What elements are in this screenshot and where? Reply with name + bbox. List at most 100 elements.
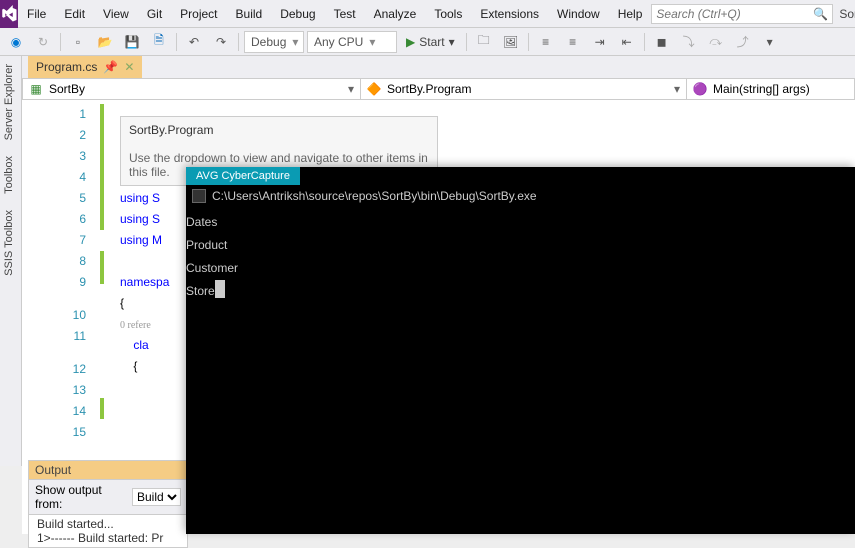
console-line: Dates — [186, 211, 855, 234]
step-out-button[interactable]: ⤴ — [731, 31, 755, 53]
find-in-files-button[interactable]: 🗀 — [472, 31, 496, 53]
line-number: 14 — [22, 401, 86, 422]
undo-button[interactable]: ↶ — [182, 31, 206, 53]
nav-member-dropdown[interactable]: 🟣 Main(string[] args) — [687, 79, 854, 99]
properties-button[interactable]: 🖼 — [499, 31, 523, 53]
output-panel: Output Show output from: Build Build sta… — [28, 460, 188, 548]
nav-class-label: SortBy.Program — [387, 82, 471, 96]
document-tabs: Program.cs 📌 ✕ — [0, 56, 855, 78]
menu-window[interactable]: Window — [548, 0, 609, 28]
config-label: Debug — [251, 35, 286, 49]
class-icon: 🔶 — [367, 82, 381, 96]
chevron-down-icon: ▾ — [292, 35, 298, 49]
file-tab-program[interactable]: Program.cs 📌 ✕ — [28, 56, 142, 78]
csharp-project-icon: ▦ — [29, 82, 43, 96]
menu-test[interactable]: Test — [325, 0, 365, 28]
chevron-down-icon: ▾ — [674, 82, 680, 96]
forward-button[interactable]: ↻ — [31, 31, 55, 53]
save-all-button[interactable]: 🗎 — [147, 31, 171, 53]
output-title[interactable]: Output — [28, 460, 188, 480]
console-line: Product — [186, 234, 855, 257]
platform-dropdown[interactable]: Any CPU ▾ — [307, 31, 397, 53]
console-titlebar[interactable]: C:\Users\Antriksh\source\repos\SortBy\bi… — [186, 185, 855, 207]
menu-project[interactable]: Project — [171, 0, 226, 28]
rail-ssis-toolbox[interactable]: SSIS Toolbox — [0, 202, 18, 284]
step-over-button[interactable]: ⤼ — [704, 31, 728, 53]
rail-toolbox[interactable]: Toolbox — [0, 148, 18, 202]
back-button[interactable]: ◉ — [4, 31, 28, 53]
search-icon: 🔍 — [813, 7, 828, 21]
code-nav-bar: ▦ SortBy ▾ 🔶 SortBy.Program ▾ 🟣 Main(str… — [22, 78, 855, 100]
console-line: Store — [186, 280, 855, 303]
nav-project-label: SortBy — [49, 82, 85, 96]
output-source-label: Show output from: — [35, 483, 126, 511]
indent-button[interactable]: ⇥ — [588, 31, 612, 53]
menu-git[interactable]: Git — [138, 0, 171, 28]
console-window[interactable]: AVG CyberCapture C:\Users\Antriksh\sourc… — [186, 167, 855, 534]
line-number: 12 — [22, 347, 86, 380]
pin-icon[interactable]: 📌 — [103, 60, 118, 74]
uncomment-button[interactable]: ≡ — [561, 31, 585, 53]
output-text[interactable]: Build started... 1>------ Build started:… — [28, 515, 188, 548]
avg-overlay-bar: AVG CyberCapture — [186, 167, 855, 185]
tooltip-title: SortBy.Program — [129, 123, 429, 137]
start-label: Start — [419, 35, 444, 49]
code-line: { — [120, 359, 137, 373]
line-number: 4 — [22, 167, 86, 188]
redo-button[interactable]: ↷ — [209, 31, 233, 53]
left-tool-rail: Server Explorer Toolbox SSIS Toolbox — [0, 56, 22, 466]
toolbar-overflow[interactable]: ▾ — [758, 31, 782, 53]
console-output[interactable]: DatesProductCustomerStore — [186, 207, 855, 534]
avg-label: AVG CyberCapture — [186, 167, 300, 185]
play-icon: ▶ — [406, 35, 415, 49]
chevron-down-icon: ▾ — [449, 35, 455, 49]
code-line: namespa — [120, 275, 169, 289]
comment-button[interactable]: ≡ — [534, 31, 558, 53]
menu-file[interactable]: File — [18, 0, 55, 28]
menu-bar: File Edit View Git Project Build Debug T… — [0, 0, 855, 28]
menu-view[interactable]: View — [94, 0, 138, 28]
menu-edit[interactable]: Edit — [55, 0, 94, 28]
rail-server-explorer[interactable]: Server Explorer — [0, 56, 18, 148]
line-number: 11 — [22, 326, 86, 347]
console-line: Customer — [186, 257, 855, 280]
line-number: 6 — [22, 209, 86, 230]
chevron-down-icon: ▾ — [348, 82, 354, 96]
line-number: 1 — [22, 104, 86, 125]
new-project-button[interactable]: ▫ — [66, 31, 90, 53]
nav-class-dropdown[interactable]: 🔶 SortBy.Program ▾ — [361, 79, 687, 99]
line-number: 8 — [22, 251, 86, 272]
line-number: 7 — [22, 230, 86, 251]
console-title: C:\Users\Antriksh\source\repos\SortBy\bi… — [212, 189, 537, 203]
menu-debug[interactable]: Debug — [271, 0, 324, 28]
line-number: 5 — [22, 188, 86, 209]
open-button[interactable]: 📂 — [93, 31, 117, 53]
line-number: 15 — [22, 422, 86, 443]
menu-help[interactable]: Help — [609, 0, 652, 28]
quick-search[interactable]: 🔍 — [651, 4, 833, 24]
save-button[interactable]: 💾 — [120, 31, 144, 53]
line-number: 13 — [22, 380, 86, 401]
console-icon — [192, 189, 206, 203]
code-line: using S — [120, 212, 160, 226]
menu-build[interactable]: Build — [227, 0, 272, 28]
output-source-dropdown[interactable]: Build — [132, 488, 181, 506]
line-number: 2 — [22, 125, 86, 146]
output-line: Build started... — [37, 517, 179, 531]
menu-tools[interactable]: Tools — [425, 0, 471, 28]
close-icon[interactable]: ✕ — [124, 60, 134, 74]
step-into-button[interactable]: ⤵ — [677, 31, 701, 53]
code-line: { — [120, 296, 124, 310]
nav-project-dropdown[interactable]: ▦ SortBy ▾ — [23, 79, 361, 99]
start-button[interactable]: ▶ Start ▾ — [400, 35, 461, 49]
menu-extensions[interactable]: Extensions — [471, 0, 548, 28]
codelens-references[interactable]: 0 refere — [120, 320, 151, 331]
search-input[interactable] — [656, 7, 813, 21]
menu-analyze[interactable]: Analyze — [365, 0, 426, 28]
output-line: 1>------ Build started: Pr — [37, 531, 179, 545]
config-dropdown[interactable]: Debug ▾ — [244, 31, 304, 53]
code-line: cla — [120, 338, 149, 352]
nav-member-label: Main(string[] args) — [713, 82, 810, 96]
outdent-button[interactable]: ⇤ — [615, 31, 639, 53]
bookmark-button[interactable]: ◼ — [650, 31, 674, 53]
